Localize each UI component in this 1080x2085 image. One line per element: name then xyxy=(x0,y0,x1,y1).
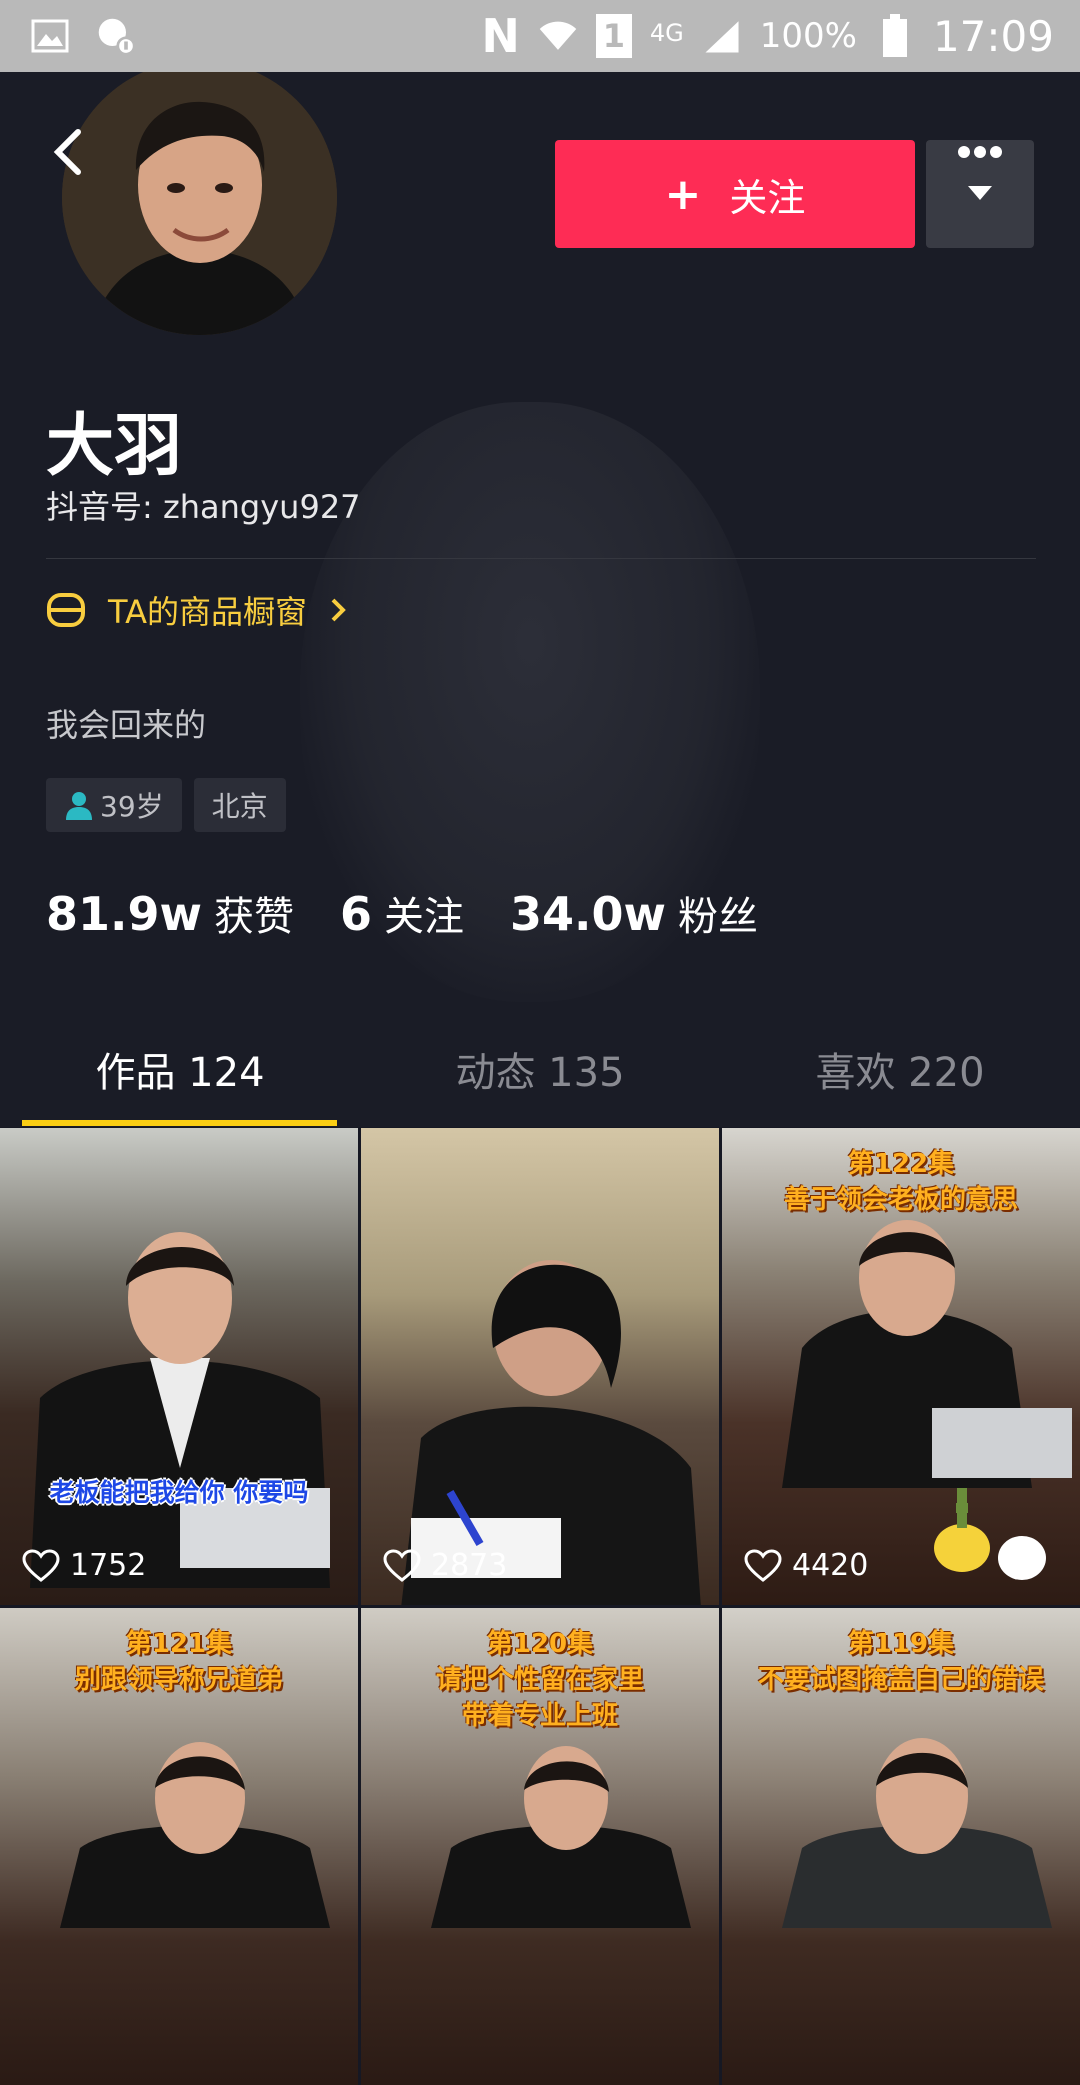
video-title-episode: 第121集 xyxy=(125,1629,233,1659)
video-title-text: 请把个性留在家里 xyxy=(435,1665,644,1695)
video-thumbnail[interactable]: 第121集 别跟领导称兄道弟 xyxy=(0,1608,358,2085)
video-like-count: 1752 xyxy=(22,1548,146,1583)
tab-likes[interactable]: 喜欢 220 xyxy=(720,1010,1080,1128)
age-tag-label: 39岁 xyxy=(100,790,164,823)
stat-followers[interactable]: 34.0w 粉丝 xyxy=(510,884,758,942)
nickname: 大羽 xyxy=(46,407,183,486)
thumbnail-person xyxy=(30,1232,330,1588)
stat-following-label: 关注 xyxy=(384,894,465,940)
location-tag-label: 北京 xyxy=(211,790,268,823)
tab-dynamics-label: 动态 135 xyxy=(455,1050,625,1096)
follow-button-label: 关注 xyxy=(729,175,806,220)
battery-icon xyxy=(875,14,915,57)
bio: 我会回来的 xyxy=(46,706,207,744)
heart-icon xyxy=(383,1548,421,1582)
tab-likes-label: 喜欢 220 xyxy=(815,1050,985,1096)
follow-button[interactable]: + 关注 xyxy=(555,140,915,248)
status-bar: N 1 4G 100% 17:09 xyxy=(0,0,1080,72)
heart-icon xyxy=(744,1548,782,1582)
person-icon xyxy=(66,792,92,820)
video-title-episode: 第119集 xyxy=(847,1629,955,1659)
video-thumbnail[interactable]: 第120集 请把个性留在家里 带着专业上班 xyxy=(361,1608,719,2085)
thumbnail-person xyxy=(782,1738,1052,1928)
plus-icon: + xyxy=(664,168,702,220)
thumbnail-person xyxy=(431,1746,691,1928)
stat-followers-value: 34.0w xyxy=(510,887,667,941)
stats-row: 81.9w 获赞 6 关注 34.0w 粉丝 xyxy=(46,884,758,942)
stat-following[interactable]: 6 关注 xyxy=(340,884,464,942)
back-button[interactable] xyxy=(48,122,98,192)
video-title: 第121集 别跟领导称兄道弟 xyxy=(0,1626,358,1698)
video-title: 第119集 不要试图掩盖自己的错误 xyxy=(722,1626,1080,1698)
heart-icon xyxy=(22,1548,60,1582)
chevron-left-icon xyxy=(53,129,81,175)
location-tag: 北京 xyxy=(193,778,286,832)
like-count-value: 2873 xyxy=(431,1548,508,1583)
stat-following-value: 6 xyxy=(340,887,373,941)
video-title-text: 不要试图掩盖自己的错误 xyxy=(757,1665,1044,1695)
battery-percent: 100% xyxy=(759,16,857,56)
content-tabs: 作品 124 动态 135 喜欢 220 xyxy=(0,1010,1080,1128)
video-thumbnail[interactable]: 第119集 不要试图掩盖自己的错误 xyxy=(722,1608,1080,2085)
like-count-value: 4420 xyxy=(792,1548,869,1583)
user-id: 抖音号: zhangyu927 xyxy=(46,488,361,526)
age-tag: 39岁 xyxy=(46,778,182,832)
more-options-button[interactable] xyxy=(926,140,1034,248)
thumbnail-person xyxy=(782,1220,1072,1580)
sim-slot-label: 1 xyxy=(602,17,625,55)
video-caption: 老板能把我给你 你要吗 xyxy=(49,1478,309,1507)
messenger-icon xyxy=(96,16,136,56)
video-thumbnail[interactable]: 老板能把我给你 你要吗 1752 xyxy=(0,1128,358,1605)
video-thumbnail[interactable]: 2873 xyxy=(361,1128,719,1605)
signal-icon xyxy=(702,16,742,56)
stat-followers-label: 粉丝 xyxy=(678,894,759,940)
profile-tags: 39岁 北京 xyxy=(46,778,286,832)
tab-works[interactable]: 作品 124 xyxy=(0,1010,360,1128)
nfc-icon: N xyxy=(481,9,520,63)
stat-likes-value: 81.9w xyxy=(46,887,202,941)
wifi-icon xyxy=(538,16,578,56)
video-title-episode: 第122集 xyxy=(847,1149,955,1179)
shop-window-link[interactable]: TA的商品橱窗 xyxy=(46,587,347,633)
video-title-text: 别跟领导称兄道弟 xyxy=(74,1665,283,1695)
shop-window-label: TA的商品橱窗 xyxy=(108,593,307,631)
network-type: 4G xyxy=(649,19,684,47)
active-tab-indicator xyxy=(22,1120,337,1126)
video-thumbnail[interactable]: 第122集 善于领会老板的意思 4420 xyxy=(722,1128,1080,1605)
stat-likes-label: 获赞 xyxy=(214,894,294,940)
tab-works-label: 作品 124 xyxy=(95,1050,265,1096)
tab-dynamics[interactable]: 动态 135 xyxy=(360,1010,720,1128)
chevron-right-icon xyxy=(331,598,346,622)
video-title-episode: 第120集 xyxy=(486,1629,594,1659)
video-title: 第122集 善于领会老板的意思 xyxy=(722,1146,1080,1218)
thumbnail-person xyxy=(60,1742,330,1928)
video-grid: 老板能把我给你 你要吗 1752 2873 第122集 善于领会老板的意思 44… xyxy=(0,1128,1080,2085)
divider xyxy=(46,558,1036,559)
image-icon xyxy=(30,16,70,56)
video-title-text: 善于领会老板的意思 xyxy=(783,1185,1018,1215)
video-title: 第120集 请把个性留在家里 带着专业上班 xyxy=(361,1626,719,1734)
stat-likes[interactable]: 81.9w 获赞 xyxy=(46,884,294,942)
video-like-count: 4420 xyxy=(744,1548,868,1583)
avatar[interactable] xyxy=(62,72,337,335)
shop-icon xyxy=(47,593,85,627)
sim-icon: 1 xyxy=(595,14,632,58)
profile-header: + 关注 大羽 抖音号: zhangyu927 TA的商品橱窗 我会回来的 39… xyxy=(0,72,1080,1127)
clock: 17:09 xyxy=(932,11,1054,61)
more-dots-icon xyxy=(958,146,1002,200)
video-title-text-2: 带着专业上班 xyxy=(461,1701,618,1731)
like-count-value: 1752 xyxy=(70,1548,147,1583)
video-like-count: 2873 xyxy=(383,1548,507,1583)
